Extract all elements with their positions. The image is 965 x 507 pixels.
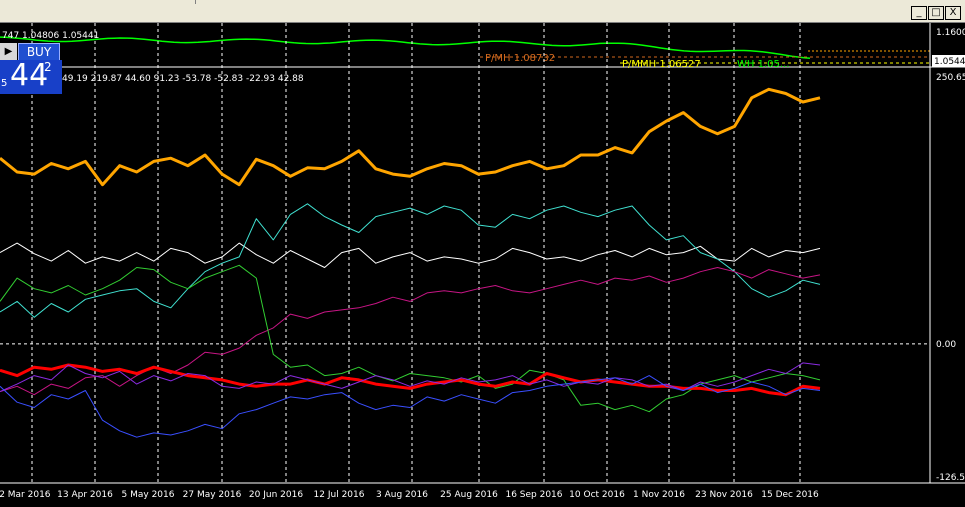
- x-tick-label: 12 Jul 2016: [314, 490, 365, 500]
- series-line-3: [0, 203, 821, 318]
- y-axis: 250.65 0.00 -126.51: [936, 73, 965, 483]
- price-small-digits: 5: [1, 78, 8, 89]
- x-tick-label: 5 May 2016: [122, 490, 175, 500]
- buy-price-display[interactable]: 5 44 2: [0, 58, 62, 94]
- series-line-8: [0, 375, 821, 438]
- window-titlebar: _ □ X: [0, 0, 965, 23]
- x-tick-label: 25 Aug 2016: [440, 490, 498, 500]
- series-line-2: [0, 242, 821, 268]
- y-tick-label: -126.51: [936, 473, 965, 483]
- wh-label: WH 1.05...: [737, 59, 789, 70]
- series-line-1: [0, 87, 821, 187]
- quote-text: 747 1.04806 1.05441: [2, 31, 99, 41]
- x-tick-label: 20 Jun 2016: [249, 490, 303, 500]
- minimize-button[interactable]: _: [911, 6, 927, 20]
- series-group: [0, 87, 821, 438]
- x-tick-label: 3 Aug 2016: [376, 490, 428, 500]
- x-tick-label: 1 Nov 2016: [633, 490, 685, 500]
- chart-grid: [0, 23, 930, 483]
- maximize-button[interactable]: □: [928, 6, 944, 20]
- pmmh-label: P/MMH 1.06527: [622, 59, 701, 70]
- x-tick-label: 15 Dec 2016: [761, 490, 819, 500]
- x-tick-label: 27 May 2016: [183, 490, 242, 500]
- series-line-6: [0, 363, 821, 397]
- pmh-label: P/MH 1.08732: [485, 53, 555, 64]
- x-tick-label: 16 Sep 2016: [505, 490, 562, 500]
- x-axis: 22 Mar 2016 13 Apr 2016 5 May 2016 27 May 2…: [0, 490, 819, 500]
- close-button[interactable]: X: [945, 6, 961, 20]
- x-tick-label: 23 Nov 2016: [695, 490, 753, 500]
- price-pane: 747 1.04806 1.05441 P/MH 1.08732 P/MMH 1…: [0, 23, 965, 70]
- indicator-values: 49.19 219.87 44.60 91.23 -53.78 -52.83 -…: [62, 74, 304, 84]
- x-tick-label: 10 Oct 2016: [569, 490, 625, 500]
- chart-area: 747 1.04806 1.05441 P/MH 1.08732 P/MMH 1…: [0, 23, 965, 500]
- titlebar-gap: [0, 0, 965, 4]
- series-line-4: [0, 267, 821, 396]
- window-controls: _ □ X: [911, 6, 961, 20]
- y-tick-label: 0.00: [936, 340, 956, 350]
- price-superscript: 2: [44, 60, 52, 74]
- price-big-digits: 44: [10, 58, 49, 93]
- price-pane-bg: [0, 23, 930, 67]
- x-tick-label: 13 Apr 2016: [57, 490, 113, 500]
- titlebar-separator: [195, 0, 196, 4]
- x-tick-label: 22 Mar 2016: [0, 490, 51, 500]
- indicator-pane: 49.19 219.87 44.60 91.23 -53.78 -52.83 -…: [0, 23, 965, 500]
- y-tick-label: 250.65: [936, 73, 965, 83]
- price-tag: 1.0544: [934, 57, 965, 67]
- price-axis-max: 1.1600: [936, 28, 965, 38]
